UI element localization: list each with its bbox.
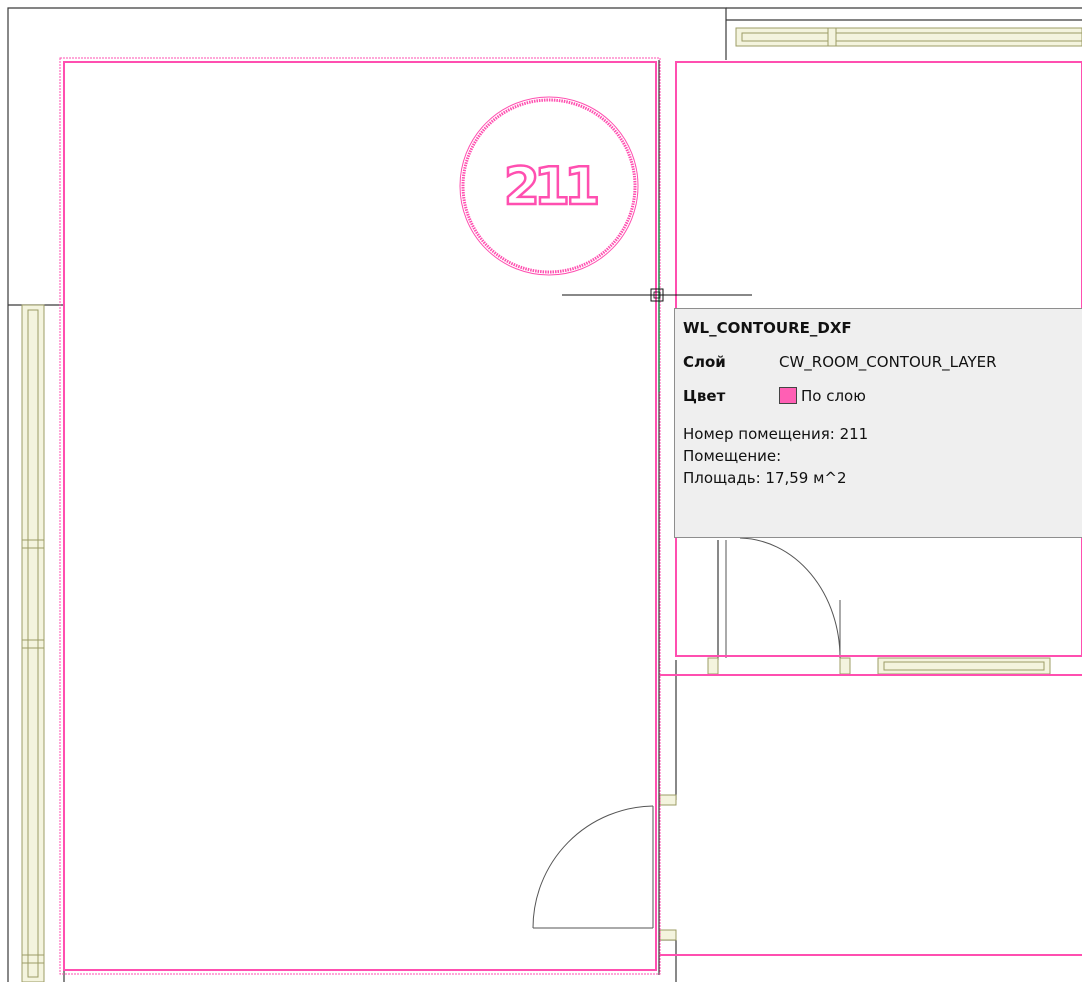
tooltip-room-name: Помещение: [683, 447, 782, 465]
tooltip-layer-label: Слой [683, 353, 726, 371]
tooltip-room-number: Номер помещения: 211 [683, 425, 869, 443]
tooltip-color-row: Цвет По слою [683, 387, 866, 405]
entity-tooltip: WL_CONTOURE_DXF Слой CW_ROOM_CONTOUR_LAYE… [674, 308, 1082, 538]
doors [532, 537, 841, 929]
room-tag-number: 211 [504, 157, 597, 217]
tooltip-layer-value: CW_ROOM_CONTOUR_LAYER [779, 353, 997, 371]
tooltip-area: Площадь: 17,59 м^2 [683, 469, 847, 487]
tooltip-color-label: Цвет [683, 387, 726, 405]
tooltip-color-value: По слою [801, 387, 866, 405]
tooltip-layer-row: Слой CW_ROOM_CONTOUR_LAYER [683, 353, 997, 371]
tooltip-title: WL_CONTOURE_DXF [683, 319, 852, 337]
room-tag-211[interactable]: 211 [459, 96, 639, 276]
color-swatch-icon [779, 387, 797, 404]
